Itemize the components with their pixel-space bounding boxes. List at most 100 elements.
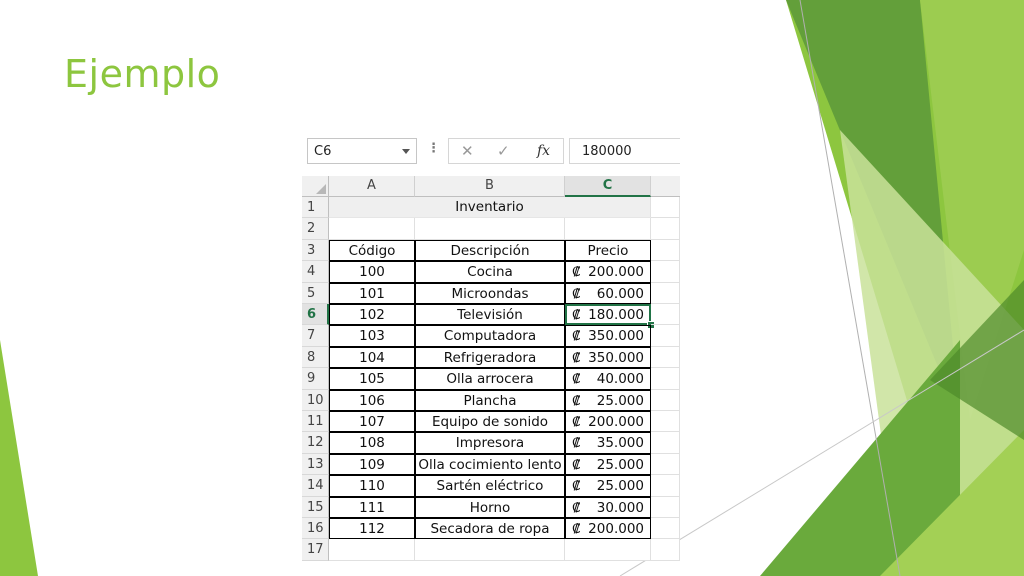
table-header-cell[interactable]: Precio	[565, 239, 651, 262]
empty-cell[interactable]	[415, 539, 565, 561]
codigo-cell[interactable]: 111	[329, 496, 415, 518]
codigo-cell[interactable]: 105	[329, 368, 415, 390]
empty-cell[interactable]	[651, 432, 680, 454]
precio-cell[interactable]: ₡ 40.000	[565, 368, 651, 390]
empty-cell[interactable]	[565, 218, 651, 240]
empty-cell[interactable]	[651, 239, 680, 262]
price-amount: 25.000	[596, 392, 644, 409]
precio-cell[interactable]: ₡ 35.000	[565, 432, 651, 454]
row-header-16[interactable]: 16	[302, 518, 329, 540]
row-header-5[interactable]: 5	[302, 282, 329, 304]
row-header-2[interactable]: 2	[302, 218, 329, 240]
column-header-c[interactable]: C	[565, 176, 651, 197]
row-header-4[interactable]: 4	[302, 261, 329, 283]
descripcion-cell[interactable]: Cocina	[415, 261, 565, 283]
codigo-cell[interactable]: 107	[329, 411, 415, 433]
precio-cell[interactable]: ₡ 25.000	[565, 453, 651, 476]
name-box[interactable]: C6	[307, 138, 417, 164]
descripcion-cell[interactable]: Olla arrocera	[415, 368, 565, 390]
chevron-down-icon[interactable]	[402, 149, 410, 154]
empty-cell[interactable]	[651, 325, 680, 347]
vertical-dots-icon[interactable]: ⋮	[427, 141, 440, 156]
codigo-cell[interactable]: 112	[329, 518, 415, 540]
price-amount: 35.000	[596, 435, 644, 452]
descripcion-cell[interactable]: Horno	[415, 496, 565, 518]
empty-cell[interactable]	[415, 218, 565, 240]
codigo-cell[interactable]: 110	[329, 475, 415, 497]
row-header-13[interactable]: 13	[302, 453, 329, 476]
codigo-cell[interactable]: 108	[329, 432, 415, 454]
empty-cell[interactable]	[651, 496, 680, 518]
row-header-17[interactable]: 17	[302, 539, 329, 561]
descripcion-cell[interactable]: Refrigeradora	[415, 346, 565, 369]
descripcion-cell[interactable]: Microondas	[415, 282, 565, 304]
empty-cell[interactable]	[651, 453, 680, 476]
empty-cell[interactable]	[651, 304, 680, 326]
row-header-14[interactable]: 14	[302, 475, 329, 497]
row-header-6[interactable]: 6	[302, 304, 329, 326]
selected-cell[interactable]: ₡ 180.000	[565, 304, 651, 326]
precio-cell[interactable]: ₡ 30.000	[565, 496, 651, 518]
row-header-15[interactable]: 15	[302, 496, 329, 518]
codigo-cell[interactable]: 109	[329, 453, 415, 476]
table-header-cell[interactable]: Descripción	[415, 239, 565, 262]
precio-cell[interactable]: ₡ 350.000	[565, 346, 651, 369]
precio-cell[interactable]: ₡ 25.000	[565, 475, 651, 497]
descripcion-cell[interactable]: Olla cocimiento lento	[415, 453, 565, 476]
precio-cell[interactable]: ₡ 200.000	[565, 411, 651, 433]
empty-cell[interactable]	[565, 539, 651, 561]
empty-cell[interactable]	[651, 539, 680, 561]
cancel-icon[interactable]: ✕	[461, 142, 474, 160]
spreadsheet-screenshot: C6 ⋮ ✕ ✓ fx 180000 A B C 1 2 3 4 5 6 7 8 9 10 11 12…	[302, 136, 680, 561]
descripcion-cell[interactable]: Impresora	[415, 432, 565, 454]
descripcion-cell[interactable]: Sartén eléctrico	[415, 475, 565, 497]
empty-cell[interactable]	[651, 218, 680, 240]
empty-cell[interactable]	[651, 475, 680, 497]
row-header-7[interactable]: 7	[302, 325, 329, 347]
empty-cell[interactable]	[651, 411, 680, 433]
empty-cell[interactable]	[651, 282, 680, 304]
row-header-8[interactable]: 8	[302, 346, 329, 369]
column-header-d[interactable]	[651, 176, 680, 197]
descripcion-cell[interactable]: Plancha	[415, 389, 565, 411]
table-header-cell[interactable]: Código	[329, 239, 415, 262]
precio-cell[interactable]: ₡ 200.000	[565, 518, 651, 540]
slide-title: Ejemplo	[64, 52, 221, 96]
sheet-title-cell[interactable]: Inventario	[329, 197, 651, 219]
codigo-cell[interactable]: 103	[329, 325, 415, 347]
empty-cell[interactable]	[651, 518, 680, 540]
empty-cell[interactable]	[651, 368, 680, 390]
codigo-cell[interactable]: 101	[329, 282, 415, 304]
codigo-cell[interactable]: 106	[329, 389, 415, 411]
codigo-cell[interactable]: 104	[329, 346, 415, 369]
descripcion-cell[interactable]: Computadora	[415, 325, 565, 347]
descripcion-cell[interactable]: Televisión	[415, 304, 565, 326]
precio-cell[interactable]: ₡ 25.000	[565, 389, 651, 411]
empty-cell[interactable]	[651, 197, 680, 219]
select-all-corner[interactable]	[302, 176, 329, 197]
column-header-b[interactable]: B	[415, 176, 565, 197]
currency-symbol: ₡	[572, 435, 581, 452]
row-header-3[interactable]: 3	[302, 239, 329, 262]
codigo-cell[interactable]: 100	[329, 261, 415, 283]
empty-cell[interactable]	[651, 261, 680, 283]
descripcion-cell[interactable]: Secadora de ropa	[415, 518, 565, 540]
row-header-1[interactable]: 1	[302, 197, 329, 219]
empty-cell[interactable]	[329, 218, 415, 240]
descripcion-cell[interactable]: Equipo de sonido	[415, 411, 565, 433]
precio-cell[interactable]: ₡ 60.000	[565, 282, 651, 304]
codigo-cell[interactable]: 102	[329, 304, 415, 326]
row-header-12[interactable]: 12	[302, 432, 329, 454]
empty-cell[interactable]	[651, 389, 680, 411]
formula-input[interactable]: 180000	[569, 138, 680, 164]
row-header-9[interactable]: 9	[302, 368, 329, 390]
row-header-11[interactable]: 11	[302, 411, 329, 433]
empty-cell[interactable]	[329, 539, 415, 561]
check-icon[interactable]: ✓	[497, 142, 510, 160]
precio-cell[interactable]: ₡ 350.000	[565, 325, 651, 347]
precio-cell[interactable]: ₡ 200.000	[565, 261, 651, 283]
column-header-a[interactable]: A	[329, 176, 415, 197]
empty-cell[interactable]	[651, 346, 680, 369]
row-header-10[interactable]: 10	[302, 389, 329, 411]
fx-icon[interactable]: fx	[537, 143, 550, 159]
